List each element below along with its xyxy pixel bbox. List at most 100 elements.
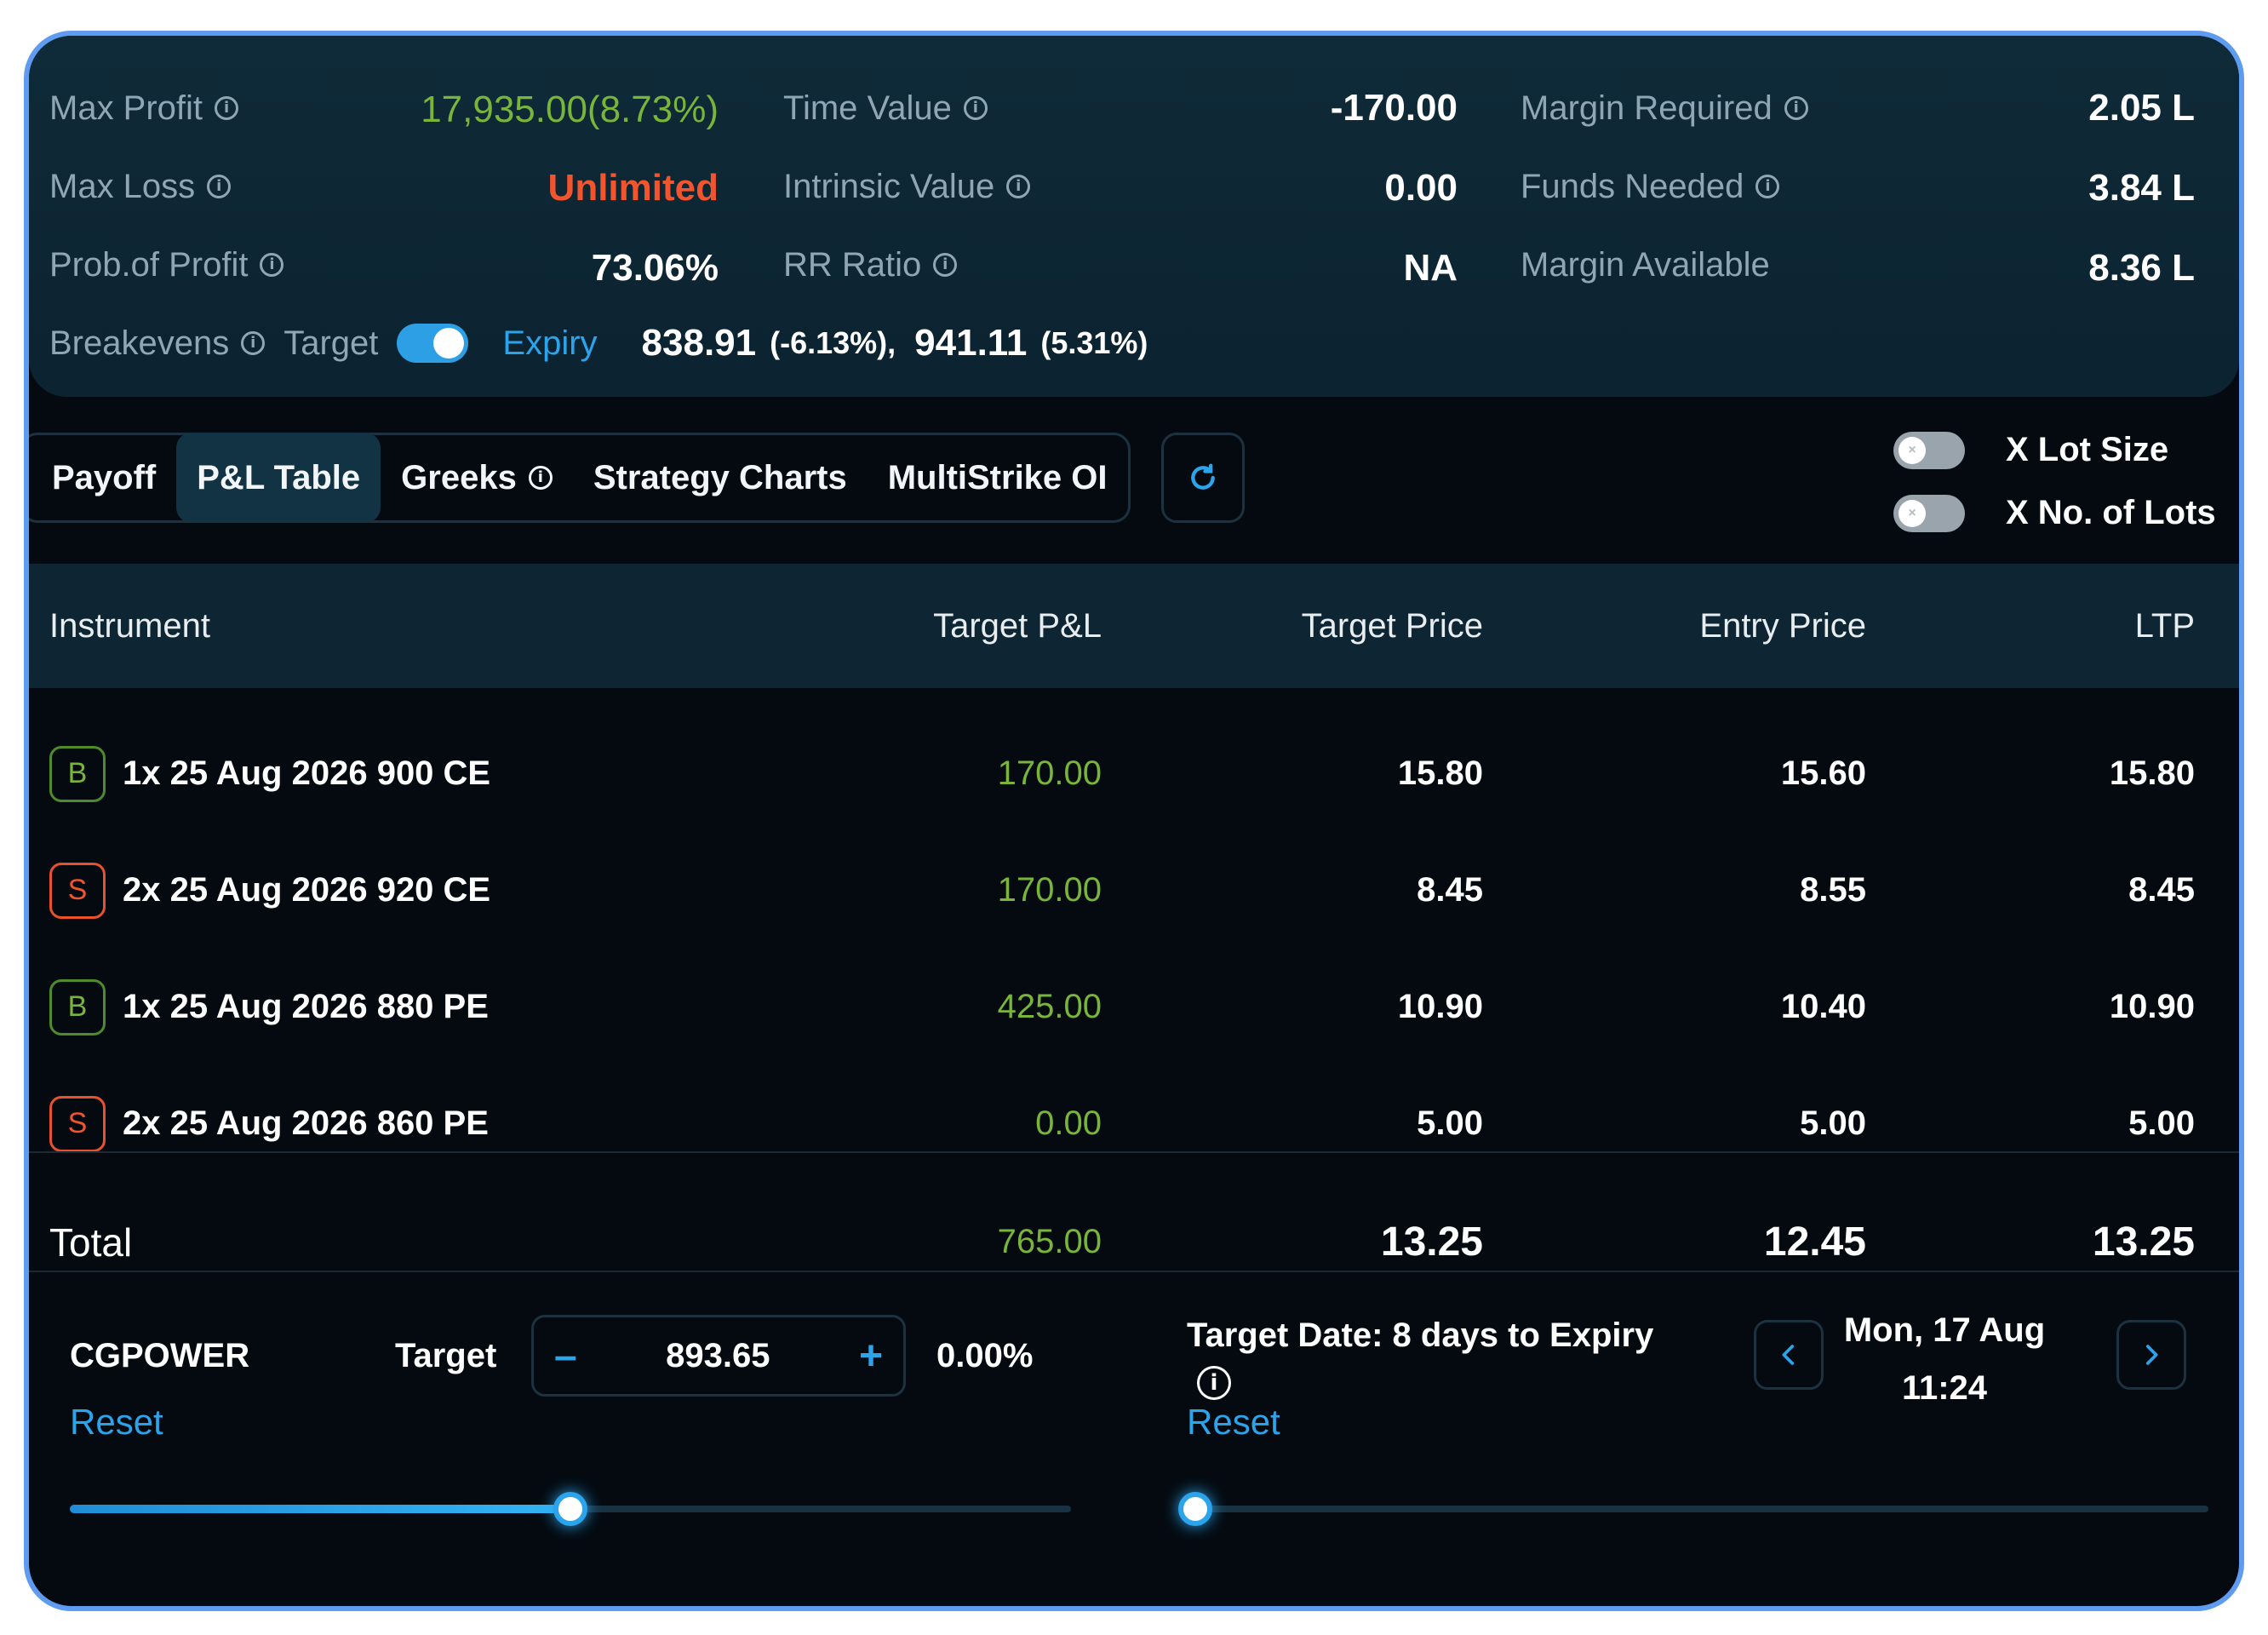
slider-thumb[interactable]: [1178, 1492, 1212, 1526]
intrinsic-value-label: Intrinsic Value: [783, 167, 995, 205]
ltp-cell: 15.80: [2109, 754, 2195, 792]
header-ltp: LTP: [2134, 606, 2195, 645]
time-value-label: Time Value: [783, 89, 952, 127]
refresh-icon: [1191, 463, 1215, 490]
ltp-cell: 8.45: [2128, 871, 2195, 909]
header-entry-price: Entry Price: [1699, 606, 1866, 645]
total-target-pnl: 765.00: [997, 1223, 1102, 1260]
ltp-cell: 10.90: [2109, 988, 2195, 1025]
margin-required-value: 2.05 L: [2088, 87, 2195, 129]
info-icon[interactable]: i: [1006, 175, 1031, 198]
target-date-value: Mon, 17 Aug: [1843, 1311, 2046, 1349]
price-reset-link[interactable]: Reset: [70, 1402, 163, 1443]
view-tabs: Payoff P&L Table Greeks i Strategy Charts…: [29, 433, 1131, 523]
no-of-lots-option: × X No. of Lots: [1893, 494, 2216, 532]
tab-strategy-charts[interactable]: Strategy Charts: [573, 435, 868, 520]
info-icon[interactable]: i: [933, 253, 958, 277]
lot-size-toggle[interactable]: ×: [1893, 431, 1965, 469]
breakeven-target-label: Target: [284, 324, 379, 362]
breakeven-lower-pct: (-6.13%),: [770, 325, 896, 360]
refresh-button[interactable]: [1161, 433, 1245, 523]
entry-price-cell: 15.60: [1780, 754, 1866, 792]
info-icon[interactable]: i: [207, 175, 232, 198]
max-profit-value: 17,935.00(8.73%): [421, 89, 719, 130]
lot-size-option: × X Lot Size: [1893, 431, 2168, 469]
info-icon[interactable]: i: [215, 96, 239, 120]
funds-needed-label: Funds Needed: [1521, 167, 1744, 205]
intrinsic-value-value: 0.00: [1384, 167, 1458, 209]
sell-badge: S: [49, 862, 106, 919]
table-row[interactable]: S 2x 25 Aug 2026 860 PE 0.00 5.00 5.00 5.…: [29, 1065, 2239, 1182]
decrement-button[interactable]: –: [554, 1333, 577, 1380]
target-label: Target: [395, 1337, 497, 1374]
breakeven-upper-pct: (5.31%): [1040, 325, 1148, 360]
total-label: Total: [49, 1219, 133, 1265]
target-price-slider[interactable]: [70, 1483, 1071, 1535]
info-icon[interactable]: i: [963, 96, 988, 120]
lot-size-label: X Lot Size: [2006, 431, 2169, 468]
info-icon[interactable]: i: [260, 253, 284, 277]
breakevens-label: Breakevens: [49, 324, 230, 362]
max-loss-label: Max Loss: [49, 167, 196, 205]
table-row[interactable]: S 2x 25 Aug 2026 920 CE 170.00 8.45 8.55 …: [29, 832, 2239, 949]
buy-badge: B: [49, 745, 106, 802]
target-price-stepper[interactable]: – 893.65 +: [531, 1315, 906, 1397]
intrinsic-value-row: Intrinsic Value i: [783, 157, 1031, 216]
strategy-summary: Max Profit i 17,935.00(8.73%) Max Loss i U…: [29, 36, 2239, 397]
target-date-slider[interactable]: [1178, 1483, 2208, 1535]
date-reset-link[interactable]: Reset: [1187, 1402, 1280, 1443]
breakeven-lower-value: 838.91: [641, 322, 757, 364]
tab-pnl-table[interactable]: P&L Table: [176, 433, 381, 523]
rr-ratio-row: RR Ratio i: [783, 235, 958, 295]
target-expiry-toggle[interactable]: [397, 324, 469, 363]
funds-needed-row: Funds Needed i: [1521, 157, 1780, 216]
sell-badge: S: [49, 1095, 106, 1152]
chevron-left-icon: [1782, 1345, 1795, 1365]
target-time-value: 11:24: [1901, 1369, 1988, 1407]
funds-needed-value: 3.84 L: [2088, 167, 2195, 209]
max-profit-label: Max Profit: [49, 89, 203, 127]
previous-date-button[interactable]: [1754, 1320, 1824, 1390]
breakeven-upper-value: 941.11: [914, 322, 1028, 364]
entry-price-cell: 5.00: [1800, 1104, 1866, 1142]
slider-thumb[interactable]: [553, 1492, 587, 1526]
tab-greeks[interactable]: Greeks i: [381, 435, 573, 520]
max-loss-row: Max Loss i: [49, 157, 232, 216]
table-header: Instrument Target P&L Target Price Entry…: [29, 564, 2239, 688]
table-row[interactable]: B 1x 25 Aug 2026 900 CE 170.00 15.80 15.6…: [29, 715, 2239, 832]
target-change-pct: 0.00%: [936, 1337, 1034, 1374]
info-icon[interactable]: i: [1755, 175, 1780, 198]
ltp-cell: 5.00: [2128, 1104, 2195, 1142]
table-divider: [29, 1151, 2239, 1153]
target-date-label: Target Date: 8 days to Expiry: [1187, 1317, 1654, 1354]
prob-profit-value: 73.06%: [591, 247, 719, 289]
entry-price-cell: 10.40: [1780, 988, 1866, 1025]
max-loss-value: Unlimited: [547, 167, 719, 209]
time-value-row: Time Value i: [783, 78, 988, 138]
target-pnl-cell: 170.00: [997, 754, 1102, 792]
target-price-cell: 8.45: [1417, 871, 1483, 909]
tab-multistrike-oi[interactable]: MultiStrike OI: [868, 435, 1128, 520]
time-value-value: -170.00: [1330, 87, 1458, 129]
target-pnl-cell: 425.00: [997, 988, 1102, 1025]
margin-available-row: Margin Available: [1521, 235, 1770, 295]
strategy-panel: Max Profit i 17,935.00(8.73%) Max Loss i U…: [24, 31, 2244, 1611]
rr-ratio-label: RR Ratio: [783, 245, 922, 284]
chevron-right-icon: [2145, 1345, 2158, 1365]
target-price-value[interactable]: 893.65: [666, 1337, 770, 1375]
no-of-lots-toggle[interactable]: ×: [1893, 494, 1965, 532]
next-date-button[interactable]: [2116, 1320, 2186, 1390]
info-icon[interactable]: i: [241, 331, 266, 355]
buy-badge: B: [49, 978, 106, 1036]
target-pnl-cell: 170.00: [997, 871, 1102, 909]
margin-required-row: Margin Required i: [1521, 78, 1808, 138]
instrument-name: 1x 25 Aug 2026 900 CE: [123, 754, 491, 792]
tab-payoff[interactable]: Payoff: [32, 435, 176, 520]
total-entry-price: 12.45: [1763, 1219, 1866, 1265]
increment-button[interactable]: +: [859, 1333, 883, 1380]
info-icon[interactable]: i: [1784, 96, 1808, 120]
symbol-label: CGPOWER: [70, 1337, 250, 1374]
info-icon[interactable]: i: [1197, 1366, 1231, 1400]
table-row[interactable]: B 1x 25 Aug 2026 880 PE 425.00 10.90 10.4…: [29, 949, 2239, 1065]
entry-price-cell: 8.55: [1800, 871, 1866, 909]
